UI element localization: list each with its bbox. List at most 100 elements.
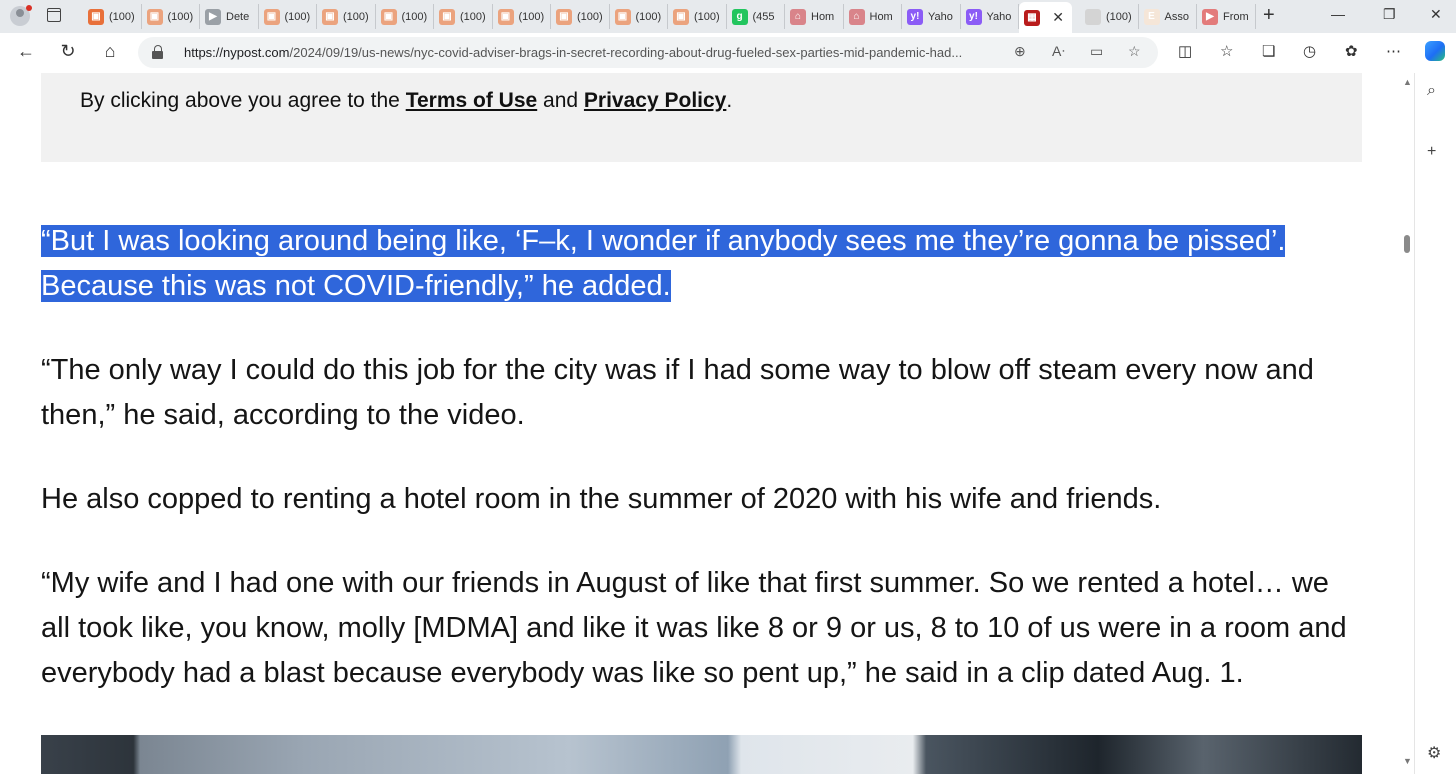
tab-favicon-icon: ⌂ — [848, 8, 865, 25]
tab-favicon-icon: ▣ — [146, 8, 163, 25]
extensions-icon[interactable]: ✿ — [1345, 42, 1358, 60]
tab[interactable]: ▣ (100) — [434, 4, 493, 29]
split-screen-icon[interactable]: ◫ — [1178, 42, 1192, 60]
tab-label: (100) — [1106, 10, 1132, 23]
tab-favicon-icon: g — [731, 8, 748, 25]
article-paragraph-2: He also copped to renting a hotel room i… — [41, 483, 1162, 515]
new-tab-plus-icon[interactable]: + — [1263, 4, 1275, 27]
window-close-icon[interactable]: ✕ — [1430, 6, 1442, 23]
tab[interactable]: ▣ (100) — [610, 4, 668, 29]
refresh-icon[interactable]: ↻ — [56, 41, 80, 62]
tab-favicon-icon: ▶ — [1202, 8, 1218, 25]
tab[interactable]: ▣ (100) — [259, 4, 317, 29]
article-photo — [41, 735, 1362, 774]
tab[interactable]: ▣ (100) — [376, 4, 434, 29]
tab-label: (100) — [343, 10, 369, 23]
browser-toolbar: ← ↻ ⌂ https://nypost.com/2024/09/19/us-n… — [0, 33, 1456, 74]
scrollbar-thumb[interactable] — [1404, 235, 1410, 253]
privacy-policy-link[interactable]: Privacy Policy — [584, 89, 726, 112]
tab[interactable]: ⌂ Hom — [785, 4, 844, 29]
selected-text[interactable]: “But I was looking around being like, ‘F… — [41, 225, 1286, 302]
page-scrollbar[interactable]: ▲ ▼ — [1400, 73, 1414, 774]
tab-favicon-icon: ▣ — [380, 8, 397, 25]
tab-favicon-icon: ▣ — [556, 8, 572, 25]
scroll-up-arrow-icon[interactable]: ▲ — [1403, 77, 1412, 87]
tab[interactable]: (100) — [1080, 4, 1139, 29]
favorites-icon[interactable]: ☆ — [1220, 42, 1233, 60]
tab-favicon-icon — [1085, 8, 1101, 25]
tab-actions-icon[interactable] — [47, 8, 61, 22]
tab-label: (100) — [109, 10, 135, 23]
lock-icon[interactable] — [152, 45, 164, 59]
tab-favicon-icon: ▣ — [497, 8, 514, 25]
tab-active[interactable]: ▦ ✕ — [1019, 2, 1072, 33]
tab[interactable]: ▣ (100) — [317, 4, 376, 29]
tab-label: Asso — [1164, 10, 1189, 23]
tab-favicon-icon: E — [1143, 8, 1160, 25]
tab[interactable]: ▶ From — [1197, 4, 1256, 29]
consent-suffix: . — [726, 89, 733, 112]
favorite-star-icon[interactable]: ☆ — [1128, 43, 1141, 60]
tab-label: (100) — [694, 10, 720, 23]
immersive-reader-icon[interactable]: ▭ — [1090, 43, 1103, 60]
zoom-icon[interactable]: ⊕ — [1014, 43, 1026, 60]
tab-label: Dete — [226, 10, 250, 23]
tab-favicon-icon: ⌂ — [790, 8, 806, 25]
edge-sidebar: ⌕ + ⚙ — [1414, 73, 1456, 774]
history-icon[interactable]: ◷ — [1303, 42, 1316, 60]
tab-label: (100) — [401, 10, 428, 23]
sidebar-settings-gear-icon[interactable]: ⚙ — [1427, 743, 1441, 763]
address-bar[interactable]: https://nypost.com/2024/09/19/us-news/ny… — [138, 37, 1158, 68]
copilot-icon[interactable] — [1425, 41, 1445, 61]
tab-favicon-icon: y! — [907, 8, 923, 25]
tab-label: (455 — [752, 10, 775, 23]
tab-label: Hom — [869, 10, 893, 23]
sidebar-add-icon[interactable]: + — [1427, 143, 1436, 161]
url-host: https://nypost.com — [184, 45, 290, 60]
tab-label: (100) — [460, 10, 486, 23]
tab-label: Hom — [811, 10, 835, 23]
tab-label: Yaho — [986, 10, 1012, 23]
highlighted-quote-paragraph[interactable]: “But I was looking around being like, ‘F… — [41, 219, 1361, 309]
tab[interactable]: g (455 — [727, 4, 785, 29]
tab[interactable]: ⌂ Hom — [844, 4, 902, 29]
tab[interactable]: ▣ (100) — [83, 4, 142, 29]
tab-favicon-icon: ▦ — [1024, 9, 1040, 26]
consent-box: By clicking above you agree to the Terms… — [41, 73, 1362, 162]
tab[interactable]: ▶ Dete — [200, 4, 259, 29]
tab[interactable]: y! Yaho — [961, 4, 1019, 29]
tab-label: From — [1223, 10, 1249, 23]
consent-prefix: By clicking above you agree to the — [80, 89, 406, 112]
read-aloud-icon[interactable]: Aᐧ — [1052, 43, 1065, 60]
tab-label: Yaho — [928, 10, 953, 23]
url-text[interactable]: https://nypost.com/2024/09/19/us-news/ny… — [184, 45, 1004, 60]
tab-favicon-icon: ▣ — [263, 8, 280, 25]
tab-favicon-icon: ▣ — [614, 8, 631, 25]
consent-middle: and — [537, 89, 584, 112]
back-arrow-icon[interactable]: ← — [14, 41, 38, 62]
home-icon[interactable]: ⌂ — [98, 41, 122, 62]
consent-text: By clicking above you agree to the Terms… — [80, 89, 732, 113]
tab-favicon-icon: ▣ — [322, 8, 338, 25]
tab-label: (100) — [635, 10, 662, 23]
tab-favicon-icon: ▣ — [88, 8, 104, 25]
tab-strip: ▣ (100) ▣ (100) ▶ Dete ▣ (100) ▣ (100) ▣ (100) ▣ (100… — [0, 0, 1456, 33]
terms-of-use-link[interactable]: Terms of Use — [406, 89, 538, 112]
tab-label: (100) — [284, 10, 311, 23]
tab-close-icon[interactable]: ✕ — [1052, 9, 1064, 26]
collections-icon[interactable]: ❏ — [1262, 42, 1275, 60]
minimize-icon[interactable]: — — [1331, 6, 1345, 22]
tab[interactable]: ▣ (100) — [668, 4, 727, 29]
tab[interactable]: ▣ (100) — [551, 4, 610, 29]
tab[interactable]: ▣ (100) — [493, 4, 551, 29]
maximize-icon[interactable]: ❐ — [1383, 6, 1396, 23]
tab-favicon-icon: ▣ — [673, 8, 689, 25]
tab[interactable]: E Asso — [1139, 4, 1197, 29]
tab-label: (100) — [518, 10, 545, 23]
scroll-down-arrow-icon[interactable]: ▼ — [1403, 756, 1412, 766]
tab-favicon-icon: ▣ — [439, 8, 455, 25]
tab[interactable]: y! Yaho — [902, 4, 961, 29]
tab[interactable]: ▣ (100) — [142, 4, 200, 29]
sidebar-search-icon[interactable]: ⌕ — [1427, 82, 1436, 100]
more-menu-icon[interactable]: ⋯ — [1386, 42, 1401, 60]
